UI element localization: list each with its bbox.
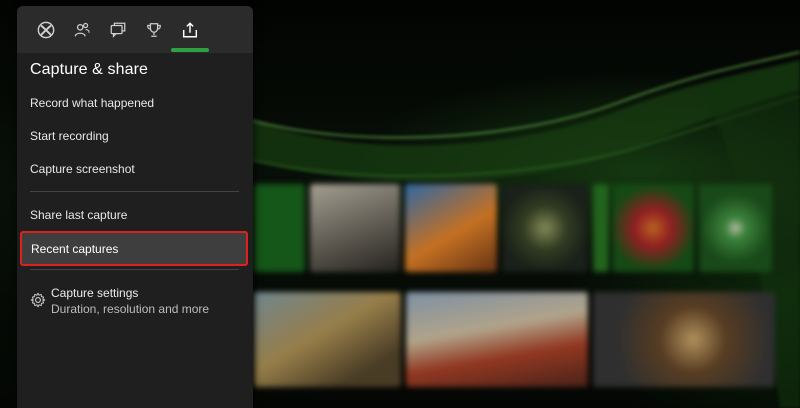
guide-tab-bar: [17, 6, 253, 53]
chat-icon: [110, 22, 126, 38]
capture-screenshot-button[interactable]: Capture screenshot: [30, 162, 135, 176]
capture-settings-description: Duration, resolution and more: [51, 302, 210, 316]
share-last-capture-button[interactable]: Share last capture: [30, 208, 127, 222]
capture-share-guide: Capture & share Record what happened Sta…: [17, 6, 253, 408]
gear-icon: [30, 292, 46, 308]
tab-capture-share[interactable]: [174, 14, 206, 46]
tab-chat[interactable]: [102, 14, 134, 46]
record-what-happened-button[interactable]: Record what happened: [30, 96, 154, 110]
trophy-icon: [147, 23, 161, 37]
capture-settings-title: Capture settings: [51, 286, 139, 300]
recent-captures-button[interactable]: Recent captures: [20, 231, 248, 266]
capture-settings-button[interactable]: Capture settings Duration, resolution an…: [30, 285, 245, 321]
menu-divider: [30, 191, 239, 192]
start-recording-button[interactable]: Start recording: [30, 129, 109, 143]
section-title: Capture & share: [30, 61, 149, 78]
recent-captures-label: Recent captures: [31, 242, 119, 256]
menu-divider: [30, 269, 239, 270]
people-icon: [74, 22, 90, 37]
selected-tab-indicator: [171, 48, 209, 52]
tab-achievements[interactable]: [138, 14, 170, 46]
share-icon: [182, 22, 198, 38]
xbox-logo-icon: [37, 21, 55, 39]
tab-xbox-home[interactable]: [30, 14, 62, 46]
tab-people[interactable]: [66, 14, 98, 46]
